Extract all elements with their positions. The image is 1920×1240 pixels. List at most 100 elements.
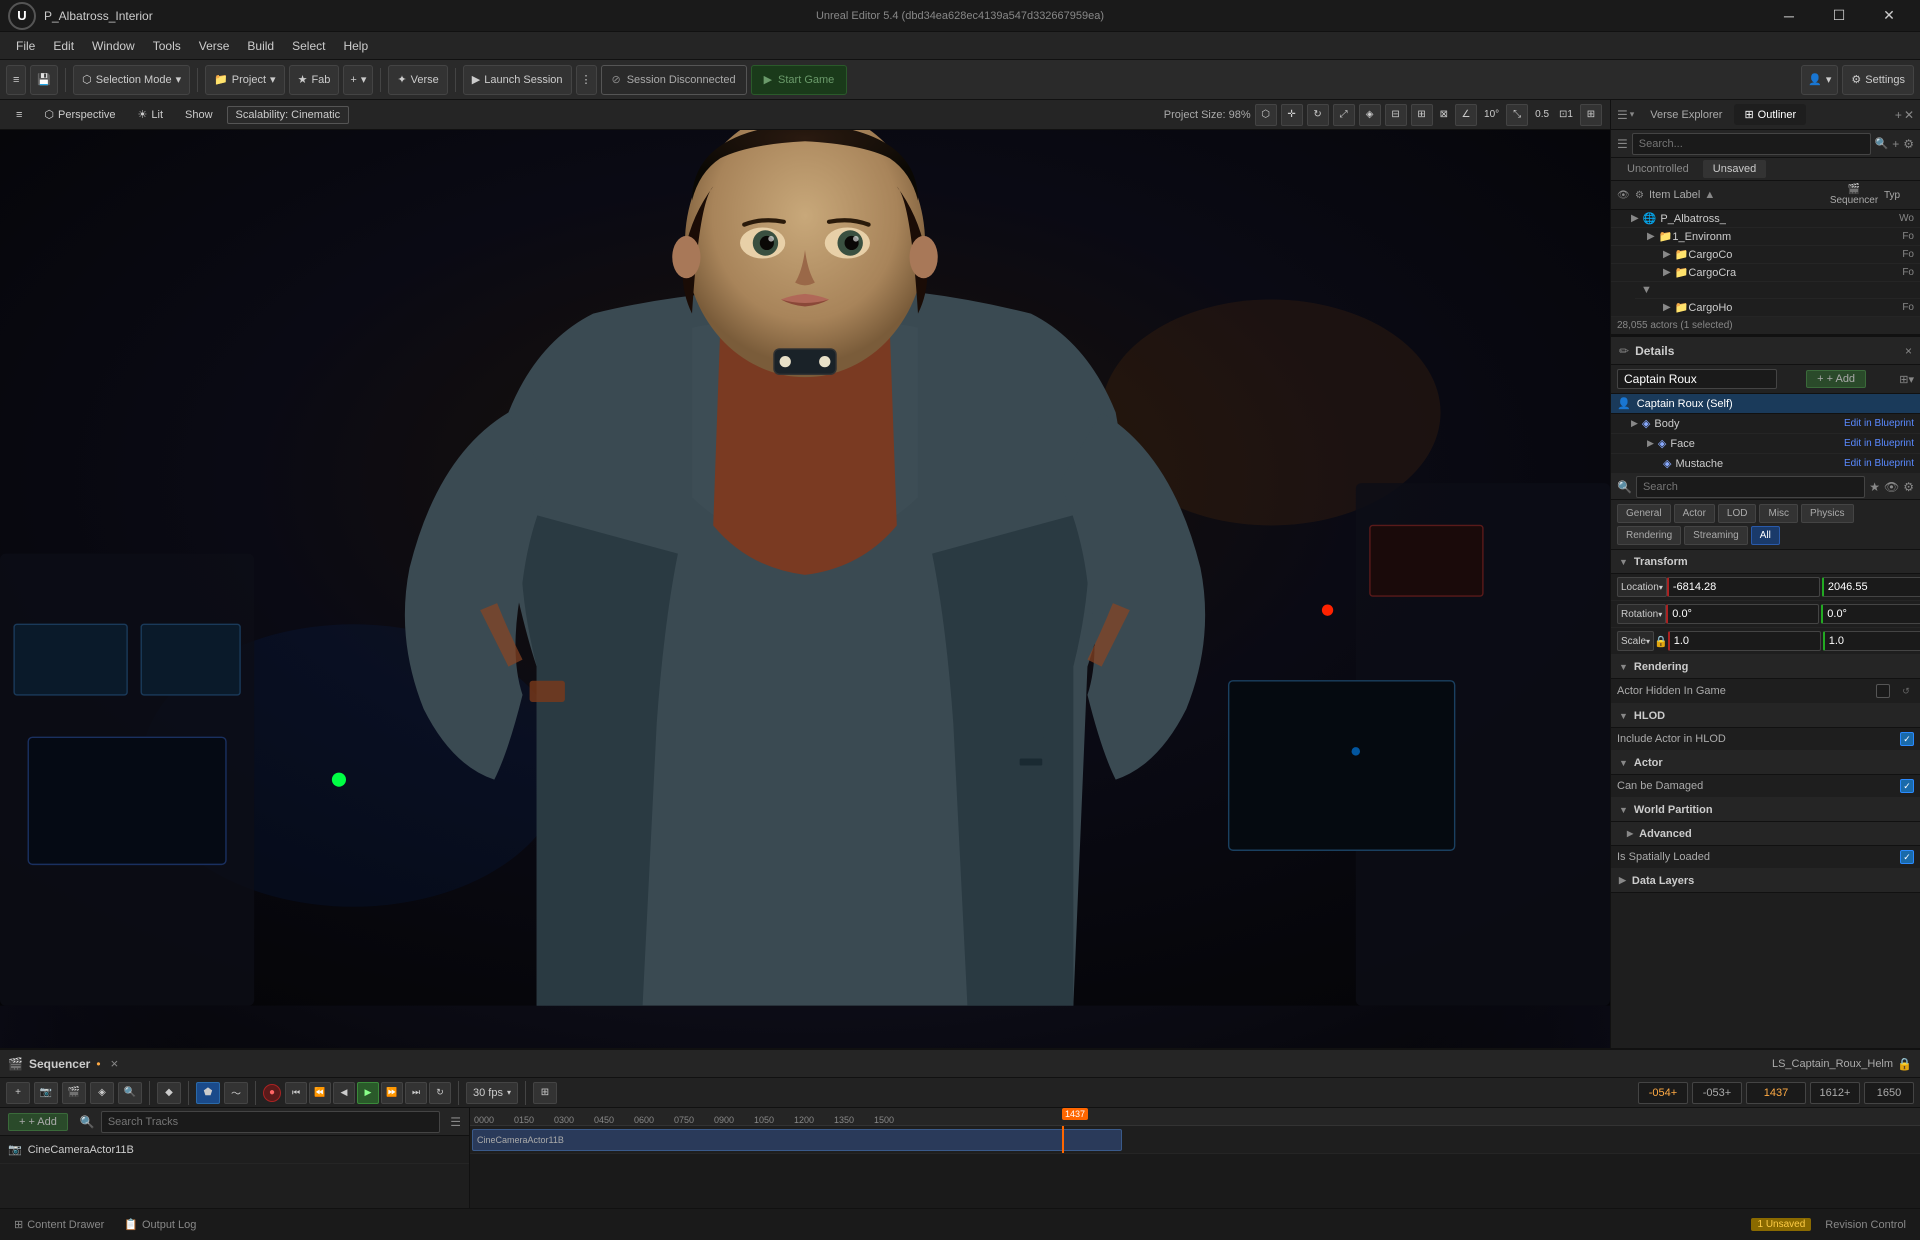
scale-icon[interactable]: ⤢ bbox=[1333, 104, 1355, 126]
frame-end-input[interactable] bbox=[1692, 1082, 1742, 1104]
component-mustache-row[interactable]: ◈ Mustache Edit in Blueprint bbox=[1611, 454, 1920, 474]
cat-general[interactable]: General bbox=[1617, 504, 1671, 523]
save-button[interactable]: 💾 bbox=[30, 65, 58, 95]
skip-to-start-button[interactable]: ⏮ bbox=[285, 1082, 307, 1104]
hlod-section-header[interactable]: ▼ HLOD bbox=[1611, 704, 1920, 728]
out-start-input[interactable] bbox=[1810, 1082, 1860, 1104]
location-x-input[interactable] bbox=[1667, 577, 1820, 597]
sidebar-toggle-button[interactable]: ≡ bbox=[6, 65, 26, 95]
angle-snap-icon[interactable]: ∠ bbox=[1455, 104, 1477, 126]
data-layers-section-header[interactable]: ▶ Data Layers bbox=[1611, 869, 1920, 893]
settings-icon[interactable]: ⚙ bbox=[1903, 137, 1914, 151]
quick-add-button[interactable]: + ▾ bbox=[343, 65, 373, 95]
record-button[interactable]: ● bbox=[263, 1084, 281, 1102]
rotation-dropdown[interactable]: Rotation ▾ bbox=[1617, 604, 1666, 624]
seq-snap-button[interactable]: ⊞ bbox=[533, 1082, 557, 1104]
maximize-viewport-icon[interactable]: ⊞ bbox=[1580, 104, 1602, 126]
cat-streaming[interactable]: Streaming bbox=[1684, 526, 1748, 545]
settings-button[interactable]: ⚙ Settings bbox=[1842, 65, 1914, 95]
menu-icon[interactable]: ☰ bbox=[1617, 137, 1628, 151]
advanced-section-header[interactable]: ▶ Advanced bbox=[1611, 822, 1920, 846]
track-row-camera[interactable]: 📷 CineCameraActor11B bbox=[0, 1136, 469, 1164]
seq-mode-button[interactable]: ◈ bbox=[90, 1082, 114, 1104]
viewport-options-button[interactable]: ≡ bbox=[8, 107, 30, 123]
scale-y-input[interactable] bbox=[1823, 631, 1920, 651]
maximize-button[interactable]: ☐ bbox=[1816, 0, 1862, 32]
outliner-tab[interactable]: ⊞ Outliner bbox=[1734, 104, 1806, 125]
tree-item-4[interactable]: ▶ 📁 CargoHo Fo bbox=[1611, 299, 1920, 317]
can-be-damaged-checkbox[interactable]: ✓ bbox=[1900, 779, 1914, 793]
step-forward-button[interactable]: ⏩ bbox=[381, 1082, 403, 1104]
cat-physics[interactable]: Physics bbox=[1801, 504, 1853, 523]
loop-section-button[interactable]: ↻ bbox=[429, 1082, 451, 1104]
step-back-button[interactable]: ⏪ bbox=[309, 1082, 331, 1104]
component-face-row[interactable]: ▶ ◈ Face Edit in Blueprint bbox=[1611, 434, 1920, 454]
location-dropdown[interactable]: Location ▾ bbox=[1617, 577, 1667, 597]
start-game-button[interactable]: ▶ Start Game bbox=[751, 65, 848, 95]
rotation-y-input[interactable] bbox=[1821, 604, 1920, 624]
surface-snapping-icon[interactable]: ⊟ bbox=[1385, 104, 1407, 126]
selection-mode-button[interactable]: ⬡ Selection Mode ▾ bbox=[73, 65, 190, 95]
menu-window[interactable]: Window bbox=[84, 37, 143, 55]
seq-key-button[interactable]: ◆ bbox=[157, 1082, 181, 1104]
add-component-button[interactable]: + + Add bbox=[1806, 370, 1866, 388]
details-search-input[interactable] bbox=[1636, 476, 1865, 498]
user-settings-button[interactable]: 👤 ▾ bbox=[1801, 65, 1838, 95]
settings-icon[interactable]: ⚙ bbox=[1903, 480, 1914, 494]
select-mode-icon[interactable]: ⬡ bbox=[1255, 104, 1277, 126]
seq-filter-button[interactable]: 🔍 bbox=[118, 1082, 142, 1104]
details-options-button[interactable]: ⊞▾ bbox=[1899, 373, 1914, 386]
rendering-section-header[interactable]: ▼ Rendering bbox=[1611, 655, 1920, 679]
current-frame-input[interactable] bbox=[1746, 1082, 1806, 1104]
seq-filter-icon[interactable]: ☰ bbox=[450, 1115, 461, 1129]
menu-select[interactable]: Select bbox=[284, 37, 333, 55]
cat-all[interactable]: All bbox=[1751, 526, 1780, 545]
actor-hidden-reset[interactable]: ↺ bbox=[1898, 683, 1914, 699]
perspective-button[interactable]: ⬡ Perspective bbox=[36, 106, 123, 123]
toolbar-more-button[interactable]: ⋮ bbox=[576, 65, 597, 95]
search-tracks-input[interactable] bbox=[101, 1111, 440, 1133]
menu-verse[interactable]: Verse bbox=[191, 37, 238, 55]
scale-dropdown[interactable]: Scale ▾ bbox=[1617, 631, 1654, 651]
seq-play-button[interactable]: ⬟ bbox=[196, 1082, 220, 1104]
project-button[interactable]: 📁 Project ▾ bbox=[205, 65, 284, 95]
filter-unsaved[interactable]: Unsaved bbox=[1703, 160, 1766, 178]
cat-misc[interactable]: Misc bbox=[1759, 504, 1798, 523]
component-body-row[interactable]: ▶ ◈ Body Edit in Blueprint bbox=[1611, 414, 1920, 434]
bookmark-icon[interactable]: ★ bbox=[1869, 480, 1880, 494]
local-space-icon[interactable]: ◈ bbox=[1359, 104, 1381, 126]
fab-button[interactable]: ★ Fab bbox=[289, 65, 340, 95]
cat-lod[interactable]: LOD bbox=[1718, 504, 1757, 523]
unsaved-badge[interactable]: 1 Unsaved bbox=[1751, 1218, 1811, 1231]
translate-icon[interactable]: ✛ bbox=[1281, 104, 1303, 126]
tree-item-0[interactable]: ▶ 🌐 P_Albatross_ Wo bbox=[1611, 210, 1920, 228]
panel-close-icon[interactable]: ✕ bbox=[1904, 108, 1914, 122]
timeline-camera-track[interactable]: CineCameraActor11B bbox=[470, 1126, 1920, 1154]
eye-icon[interactable]: 👁 bbox=[1884, 480, 1899, 494]
outliner-search-input[interactable] bbox=[1632, 133, 1871, 155]
reverse-button[interactable]: ◀ bbox=[333, 1082, 355, 1104]
chevron-icon[interactable]: ▾ bbox=[1630, 109, 1635, 120]
out-end-input[interactable] bbox=[1864, 1082, 1914, 1104]
spatially-loaded-checkbox[interactable]: ✓ bbox=[1900, 850, 1914, 864]
scale-x-input[interactable] bbox=[1668, 631, 1821, 651]
edit-mustache-blueprint[interactable]: Edit in Blueprint bbox=[1844, 458, 1914, 469]
cat-actor[interactable]: Actor bbox=[1674, 504, 1715, 523]
include-hlod-checkbox[interactable]: ✓ bbox=[1900, 732, 1914, 746]
menu-edit[interactable]: Edit bbox=[45, 37, 82, 55]
minimize-button[interactable]: ─ bbox=[1766, 0, 1812, 32]
seq-camera-cut-button[interactable]: 🎬 bbox=[62, 1082, 86, 1104]
menu-tools[interactable]: Tools bbox=[145, 37, 189, 55]
seq-curve-button[interactable]: 〜 bbox=[224, 1082, 248, 1104]
filter-uncontrolled[interactable]: Uncontrolled bbox=[1617, 160, 1699, 178]
grid-snap-icon[interactable]: ⊞ bbox=[1411, 104, 1433, 126]
transform-section-header[interactable]: ▼ Transform bbox=[1611, 550, 1920, 574]
fps-selector[interactable]: 30 fps ▾ bbox=[466, 1082, 518, 1104]
selected-actor-row[interactable]: 👤 Captain Roux (Self) bbox=[1611, 394, 1920, 414]
launch-session-button[interactable]: ▶ Launch Session bbox=[463, 65, 572, 95]
scale-lock-button[interactable]: 🔒 bbox=[1654, 633, 1668, 649]
close-button[interactable]: ✕ bbox=[1866, 0, 1912, 32]
cat-rendering[interactable]: Rendering bbox=[1617, 526, 1681, 545]
lit-button[interactable]: ☀ Lit bbox=[130, 106, 172, 123]
verse-explorer-tab[interactable]: Verse Explorer bbox=[1640, 105, 1732, 125]
